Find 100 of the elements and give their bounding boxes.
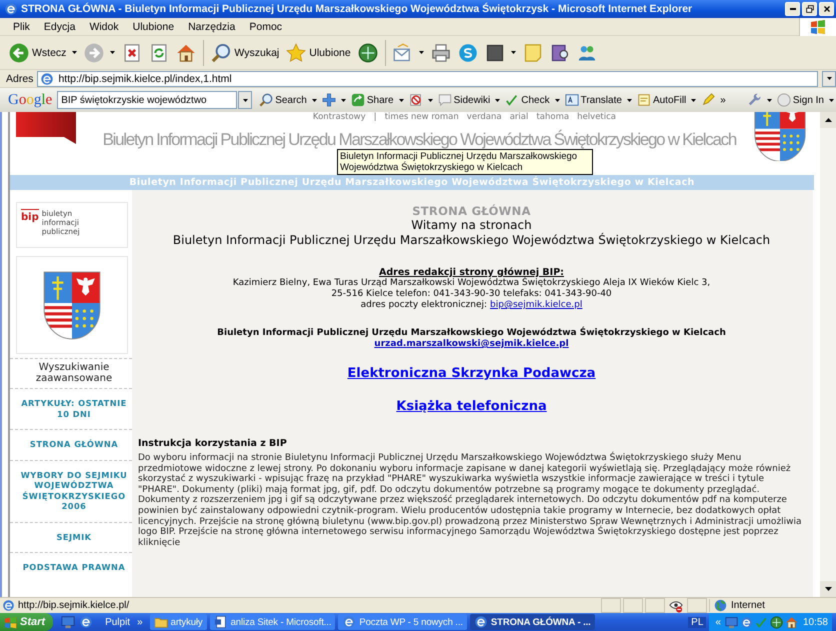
desktop-icon <box>61 615 76 629</box>
blocked-popup-icon <box>408 93 423 107</box>
browser-page-icon <box>342 615 356 629</box>
menu-item[interactable]: Edycja <box>36 20 82 32</box>
privacy-eye-icon <box>669 598 683 612</box>
address-line: 25-516 Kielce telefon: 041-343-90-30 telefaks: 041-343-90-40 <box>331 289 612 300</box>
favorites-button[interactable]: Ulubione <box>283 38 354 66</box>
windows-flag-icon <box>4 616 17 628</box>
tray-icon <box>784 616 798 628</box>
caret-icon <box>340 98 346 102</box>
email-label: adres poczty elektronicznej: <box>360 300 488 311</box>
address-label: Adres <box>6 72 34 84</box>
link[interactable]: Elektroniczna Skrzynka Podawcza <box>347 366 596 381</box>
more-button[interactable]: » <box>718 89 728 111</box>
caret-icon <box>510 51 516 54</box>
sidebar-item[interactable]: WYBORY DO SEJMIKU WOJEWÓDZTWA ŚWIĘTOKRZYSKIEGO 2006 <box>16 464 132 518</box>
restore-button[interactable] <box>802 2 817 16</box>
tray-icon <box>770 616 783 628</box>
search-icon <box>211 42 232 62</box>
desktop-shortcut[interactable] <box>60 614 76 630</box>
search-button[interactable]: Search <box>257 89 319 111</box>
scroll-up-button[interactable] <box>820 112 836 128</box>
refresh-icon <box>149 42 170 62</box>
caret-icon <box>626 98 632 102</box>
autofill-button[interactable]: AutoFill <box>634 89 698 111</box>
search-button[interactable]: Wyszukaj <box>208 38 282 66</box>
envelope-icon <box>392 42 413 62</box>
font-options: Kontrastowy | times new roman verdana arial tahoma helvetica <box>312 112 736 122</box>
taskbar-button[interactable]: Poczta WP - 5 nowych ... <box>338 614 467 630</box>
sidebar-item[interactable]: ARTYKUŁY: OSTATNIE 10 DNI <box>16 392 132 425</box>
caret-icon <box>242 98 248 102</box>
scrollbar[interactable] <box>820 112 836 597</box>
browser-shortcut[interactable] <box>78 614 94 630</box>
media-icon <box>358 42 378 62</box>
spellcheck-icon <box>505 93 520 107</box>
window-title: STRONA GŁÓWNA - Biuletyn Informacji Publicznej Urzędu Marszałkowskiego Województwa Świętokrzysk - Microsoft Internet Explorer <box>21 3 694 15</box>
caret-icon <box>829 98 834 102</box>
spellcheck-button[interactable]: Check <box>503 89 562 111</box>
caret-icon <box>826 77 832 80</box>
caret-icon <box>418 51 424 54</box>
security-zone: Internet <box>709 599 834 612</box>
folder-icon <box>154 615 168 629</box>
address-field[interactable]: http://bip.sejmik.kielce.pl/index,1.html <box>37 70 818 86</box>
menu-item[interactable]: Ulubione <box>126 20 182 32</box>
link[interactable]: Książka telefoniczna <box>396 399 547 414</box>
printer-icon <box>430 42 451 62</box>
note-icon <box>522 42 543 62</box>
sidebar-item[interactable]: SEJMIK <box>16 526 132 548</box>
menu-item[interactable]: Narzędzia <box>181 20 242 32</box>
email-link[interactable]: bip@sejmik.kielce.pl <box>490 300 582 311</box>
browser-page-icon <box>79 615 94 629</box>
sidebar-item[interactable]: PODSTAWA PRAWNA <box>16 556 132 578</box>
search-icon <box>259 93 274 107</box>
status-text: http://bip.sejmik.kielce.pl/ <box>2 599 599 612</box>
search-field[interactable]: BIP świętokrzyskie województwo <box>57 91 238 109</box>
page-heading: STRONA GŁÓWNA <box>412 204 531 218</box>
menu-item[interactable]: Pomoc <box>242 20 290 32</box>
stop-icon <box>122 42 142 62</box>
welcome-text: Witamy na stronach <box>411 218 532 233</box>
menu-item[interactable]: Plik <box>6 20 37 32</box>
minimize-button[interactable] <box>785 2 800 16</box>
book-icon <box>550 42 570 62</box>
dropdown-button[interactable] <box>822 70 836 86</box>
share-button[interactable]: Share <box>348 89 406 111</box>
wrench-icon <box>748 93 762 107</box>
sidewiki-button[interactable]: Sidewiki <box>436 89 502 111</box>
restore-icon <box>804 4 814 14</box>
browser-page-icon <box>2 599 15 612</box>
caret-icon <box>398 98 404 102</box>
sidebar-item[interactable]: STRONA GŁÓWNA <box>16 433 132 456</box>
dropdown-button[interactable] <box>238 91 252 109</box>
square-icon <box>484 42 505 62</box>
browser-page-icon <box>40 72 54 86</box>
advanced-search-link[interactable]: Wyszukiwanie zaawansowane <box>16 362 132 384</box>
taskbar-button[interactable]: artykuły <box>150 614 207 630</box>
sign-in-button[interactable]: Sign In <box>774 89 836 111</box>
close-button[interactable] <box>819 2 834 16</box>
caret-icon <box>110 51 116 54</box>
language-indicator[interactable]: PL <box>688 616 706 628</box>
minimize-icon <box>790 8 796 10</box>
header-strip: Biuletyn Informacji Publicznej Urzędu Marszałkowskiego Województwa Świętokrzyskiego w Kielcach <box>8 175 814 190</box>
email-link[interactable]: urzad.marszalkowski@sejmik.kielce.pl <box>374 339 569 349</box>
house-icon <box>176 42 196 62</box>
globe-icon <box>714 599 727 612</box>
back-button[interactable]: Wstecz <box>6 38 80 66</box>
caret-icon <box>495 98 500 102</box>
more-button[interactable]: » <box>133 616 147 628</box>
caret-icon <box>691 98 696 102</box>
clock: 10:58 <box>802 616 828 628</box>
taskbar-button[interactable]: STRONA GŁÓWNA - ... <box>470 614 595 630</box>
toolbar-label: Pulpit <box>104 616 130 628</box>
start-button[interactable]: Start <box>0 613 54 631</box>
scroll-down-button[interactable] <box>820 581 836 597</box>
browser-page-icon <box>4 2 18 16</box>
taskbar-button[interactable]: anliza Sitek - Microsoft... <box>210 614 336 630</box>
section-heading: Instrukcja korzystania z BIP <box>138 438 287 449</box>
translate-button[interactable]: Translate <box>562 89 634 111</box>
site-name: Biuletyn Informacji Publicznej Urzędu Marszałkowskiego Województwa Świętokrzyskiego w Kielcach <box>172 233 770 248</box>
share-icon <box>350 93 365 107</box>
menu-item[interactable]: Widok <box>82 20 126 32</box>
